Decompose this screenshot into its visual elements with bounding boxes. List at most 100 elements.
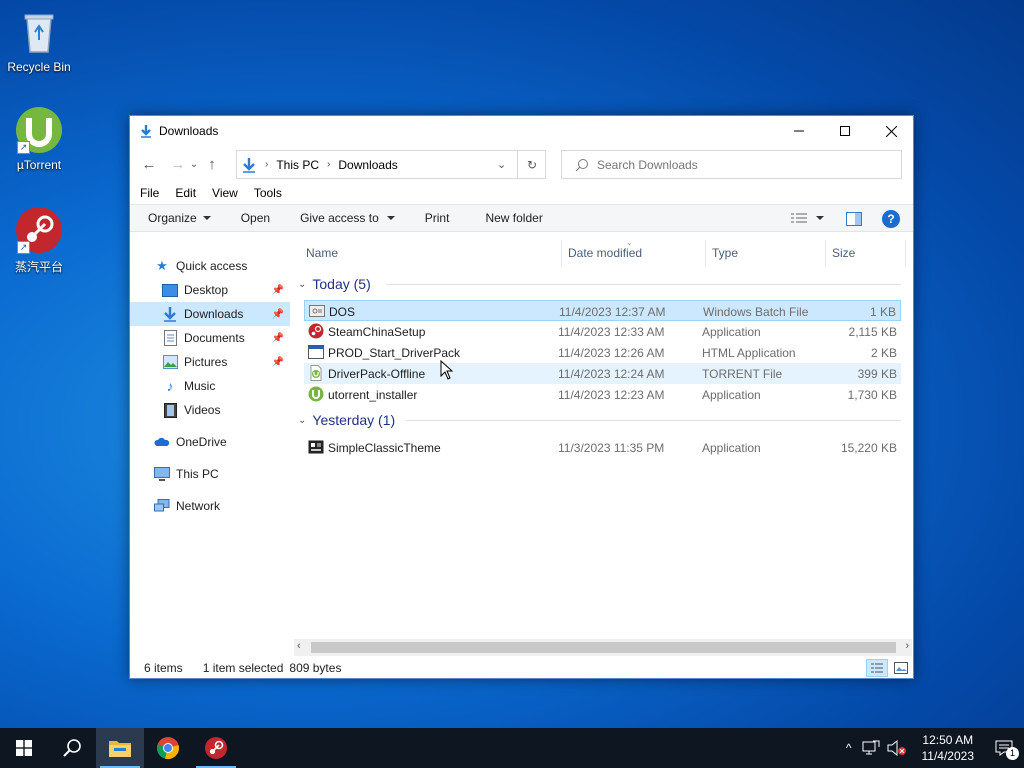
nav-quick-access[interactable]: ★ Quick access: [130, 254, 290, 278]
steam-icon: ↗: [15, 206, 63, 254]
preview-pane-button[interactable]: [846, 212, 862, 229]
menu-tools[interactable]: Tools: [254, 186, 282, 200]
chrome-icon: [156, 737, 179, 759]
volume-muted-icon[interactable]: [886, 740, 908, 756]
file-type: Windows Batch File: [703, 304, 809, 319]
taskbar-chrome[interactable]: [144, 728, 192, 768]
videos-icon: [162, 402, 178, 418]
minimize-button[interactable]: [776, 116, 822, 146]
give-access-label: Give access to: [300, 211, 379, 225]
close-button[interactable]: [868, 116, 914, 146]
chevron-up-icon[interactable]: ^: [846, 741, 852, 755]
breadcrumb-this-pc[interactable]: This PC: [276, 158, 319, 172]
scroll-right-icon[interactable]: ›: [905, 640, 909, 652]
nav-downloads[interactable]: Downloads 📌: [130, 302, 290, 326]
horizontal-scrollbar[interactable]: ‹ ›: [294, 639, 912, 656]
file-name: DriverPack-Offline: [328, 366, 426, 381]
search-box[interactable]: Search Downloads: [561, 150, 902, 179]
desktop-icon-label: Recycle Bin: [7, 60, 71, 74]
print-button[interactable]: Print: [416, 204, 459, 232]
menu-view[interactable]: View: [212, 186, 238, 200]
maximize-button[interactable]: [822, 116, 868, 146]
file-name: SimpleClassicTheme: [328, 440, 441, 455]
preview-pane-icon: [846, 212, 862, 226]
organize-button[interactable]: Organize: [130, 204, 220, 232]
chevron-down-icon: [816, 216, 824, 220]
help-button[interactable]: ?: [882, 210, 900, 228]
nav-this-pc[interactable]: This PC: [130, 462, 290, 486]
pin-icon: 📌: [271, 284, 284, 296]
open-button[interactable]: Open: [232, 204, 279, 232]
nav-documents[interactable]: Documents 📌: [130, 326, 290, 350]
clock-date: 11/4/2023: [921, 749, 975, 763]
file-row-dos[interactable]: DOS 11/4/2023 12:37 AM Windows Batch Fil…: [304, 300, 901, 321]
back-button[interactable]: ←: [139, 152, 159, 176]
start-button[interactable]: [0, 728, 48, 768]
nav-onedrive[interactable]: OneDrive: [130, 430, 290, 454]
file-row-driverpack-offline[interactable]: DriverPack-Offline 11/4/2023 12:24 AM TO…: [304, 363, 901, 384]
chevron-down-icon: ⌄: [189, 158, 199, 170]
details-view-toggle[interactable]: [866, 659, 888, 677]
file-name: DOS: [329, 304, 356, 319]
column-date-label: Date modified: [568, 246, 643, 260]
file-type: Application: [702, 387, 761, 402]
desktop-icon-label: 蒸汽平台: [14, 260, 63, 274]
column-date-modified[interactable]: Date modified ⌄: [562, 238, 706, 266]
nav-videos[interactable]: Videos: [130, 398, 290, 422]
file-type: TORRENT File: [702, 366, 783, 381]
network-icon[interactable]: [862, 740, 880, 756]
clock[interactable]: 12:50 AM 11/4/2023: [922, 732, 975, 764]
windows-logo-icon: [16, 740, 32, 756]
taskbar: ^ 12:50 AM 11/4/2023 1: [0, 728, 1024, 768]
column-name[interactable]: Name: [300, 240, 562, 266]
forward-button[interactable]: →: [168, 152, 188, 176]
refresh-icon: ↻: [526, 157, 538, 172]
address-bar[interactable]: › This PC › Downloads ⌄ ↻: [236, 150, 546, 179]
group-header-today[interactable]: ⌄ Today (5): [294, 272, 909, 296]
selection-size: 809 bytes: [289, 661, 342, 675]
file-row-utorrent-installer[interactable]: utorrent_installer 11/4/2023 12:23 AM Ap…: [304, 384, 901, 405]
recent-locations-button[interactable]: ⌄: [188, 152, 200, 176]
large-icons-view-toggle[interactable]: [890, 659, 912, 677]
nav-desktop[interactable]: Desktop 📌: [130, 278, 290, 302]
give-access-button[interactable]: Give access to: [291, 204, 404, 232]
new-folder-button[interactable]: New folder: [476, 204, 551, 232]
taskbar-file-explorer[interactable]: [96, 728, 144, 768]
file-date: 11/4/2023 12:33 AM: [558, 324, 665, 339]
file-row-simpleclassictheme[interactable]: SimpleClassicTheme 11/3/2023 11:35 PM Ap…: [304, 437, 901, 458]
scrollbar-thumb[interactable]: [311, 642, 896, 653]
change-view-button[interactable]: [790, 211, 824, 225]
breadcrumb-downloads[interactable]: Downloads: [338, 158, 397, 172]
title-bar[interactable]: Downloads: [130, 116, 913, 146]
group-header-yesterday[interactable]: ⌄ Yesterday (1): [294, 408, 909, 432]
desktop-icon-utorrent[interactable]: ↗ µTorrent: [1, 106, 77, 172]
file-row-prod-start-driverpack[interactable]: PROD_Start_DriverPack 11/4/2023 12:26 AM…: [304, 342, 901, 363]
column-size[interactable]: Size: [826, 240, 906, 266]
selection-count: 1 item selected: [202, 661, 284, 675]
file-row-steamchinasetup[interactable]: SteamChinaSetup 11/4/2023 12:33 AM Appli…: [304, 321, 901, 342]
address-dropdown-button[interactable]: ⌄: [497, 158, 506, 171]
nav-music[interactable]: ♪ Music: [130, 374, 290, 398]
nav-network[interactable]: Network: [130, 494, 290, 518]
maximize-icon: [840, 126, 850, 136]
network-icon: [154, 498, 170, 514]
group-label: Today (5): [312, 276, 371, 292]
nav-pictures[interactable]: Pictures 📌: [130, 350, 290, 374]
desktop-folder-icon: [162, 282, 178, 298]
desktop-icon-recycle-bin[interactable]: Recycle Bin: [1, 8, 77, 74]
column-type[interactable]: Type: [706, 240, 826, 266]
menu-file[interactable]: File: [140, 186, 159, 200]
nav-label: Desktop: [184, 283, 229, 297]
nav-label: Videos: [184, 403, 221, 417]
file-size: 2 KB: [870, 345, 897, 360]
scroll-left-icon[interactable]: ‹: [297, 640, 301, 652]
nav-label: This PC: [176, 467, 219, 481]
refresh-button[interactable]: ↻: [517, 151, 546, 178]
search-button[interactable]: [48, 728, 96, 768]
steam-icon: [205, 737, 227, 759]
menu-edit[interactable]: Edit: [175, 186, 196, 200]
desktop-icon-steam[interactable]: ↗ 蒸汽平台: [1, 206, 77, 275]
up-button[interactable]: ↑: [202, 152, 222, 176]
action-center-button[interactable]: 1: [984, 728, 1024, 768]
taskbar-steam[interactable]: [192, 728, 240, 768]
